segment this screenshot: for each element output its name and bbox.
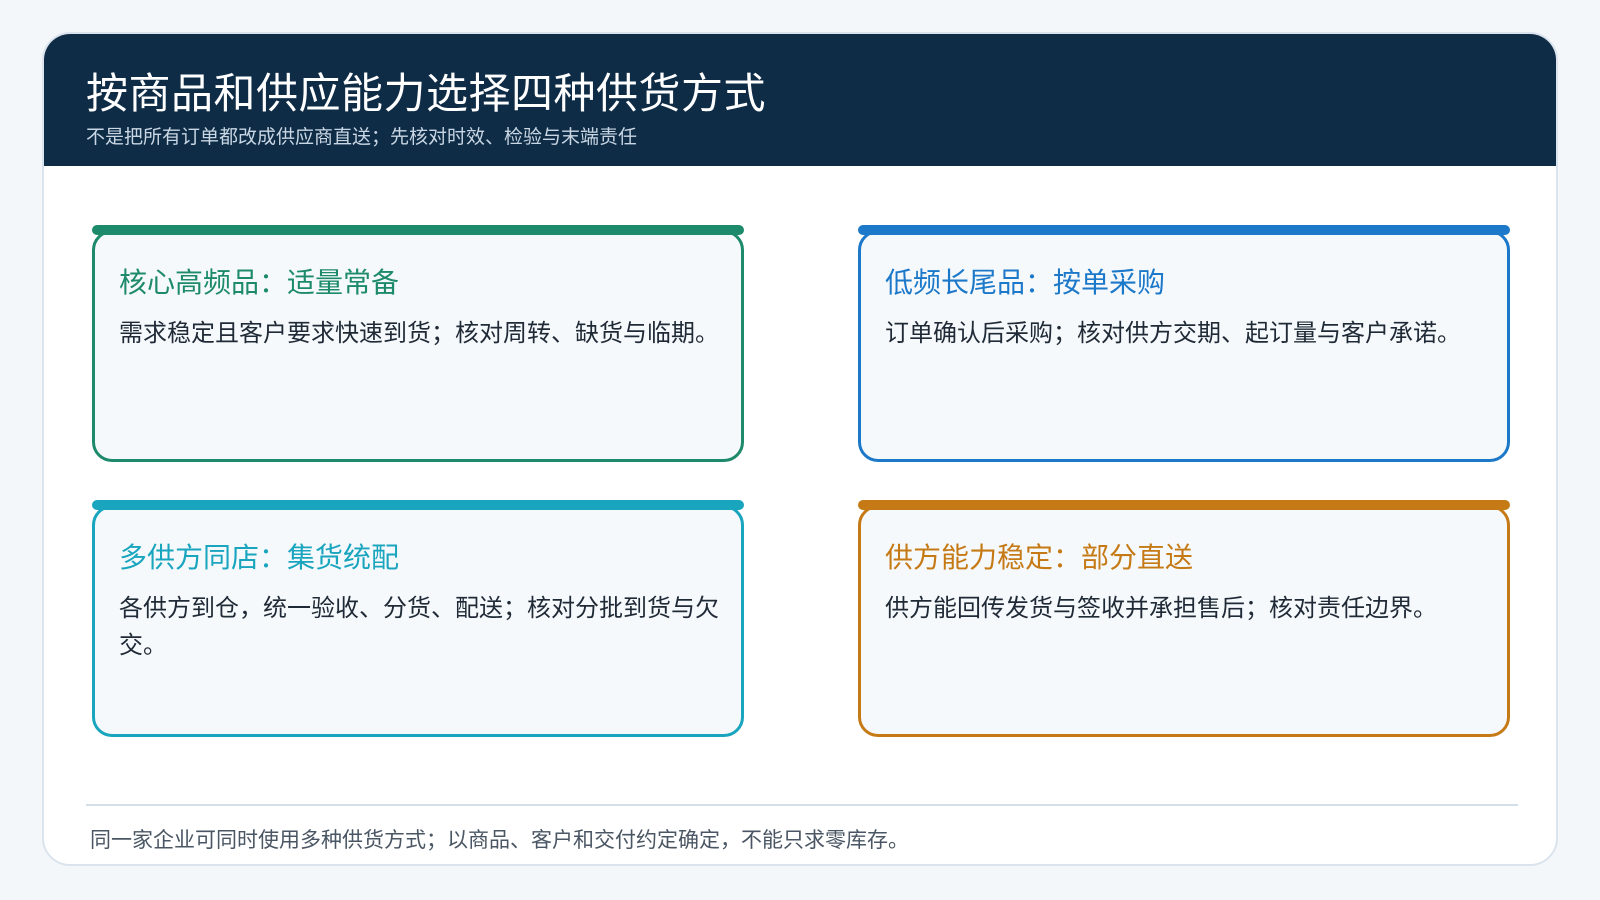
- header-banner: 按商品和供应能力选择四种供货方式 不是把所有订单都改成供应商直送；先核对时效、检…: [44, 34, 1556, 166]
- card-accent-bar: [92, 225, 744, 235]
- card-body: 需求稳定且客户要求快速到货；核对周转、缺货与临期。: [119, 319, 719, 347]
- card-accent-bar: [92, 500, 744, 510]
- card-title: 低频长尾品：按单采购: [885, 266, 1166, 299]
- card-body: 订单确认后采购；核对供方交期、起订量与客户承诺。: [885, 319, 1461, 347]
- card-body: 供方能回传发货与签收并承担售后；核对责任边界。: [885, 594, 1437, 622]
- card-core-high-frequency: 核心高频品：适量常备 需求稳定且客户要求快速到货；核对周转、缺货与临期。: [92, 225, 744, 462]
- card-low-frequency-long-tail: 低频长尾品：按单采购 订单确认后采购；核对供方交期、起订量与客户承诺。: [858, 225, 1510, 462]
- card-title: 多供方同店：集货统配: [119, 541, 400, 574]
- card-partial-direct-delivery: 供方能力稳定：部分直送 供方能回传发货与签收并承担售后；核对责任边界。: [858, 500, 1510, 737]
- page-subtitle: 不是把所有订单都改成供应商直送；先核对时效、检验与末端责任: [86, 126, 638, 148]
- page-title: 按商品和供应能力选择四种供货方式: [86, 69, 767, 118]
- card-body: 各供方到仓，统一验收、分货、配送；核对分批到货与欠交。: [119, 594, 719, 659]
- card-title: 核心高频品：适量常备: [119, 266, 400, 299]
- card-accent-bar: [858, 500, 1510, 510]
- slide: 按商品和供应能力选择四种供货方式 不是把所有订单都改成供应商直送；先核对时效、检…: [42, 32, 1558, 866]
- card-accent-bar: [858, 225, 1510, 235]
- footer-divider: [86, 804, 1518, 806]
- footer-note: 同一家企业可同时使用多种供货方式；以商品、客户和交付约定确定，不能只求零库存。: [90, 828, 909, 852]
- card-title: 供方能力稳定：部分直送: [885, 541, 1194, 574]
- card-multi-supplier-consolidation: 多供方同店：集货统配 各供方到仓，统一验收、分货、配送；核对分批到货与欠交。: [92, 500, 744, 737]
